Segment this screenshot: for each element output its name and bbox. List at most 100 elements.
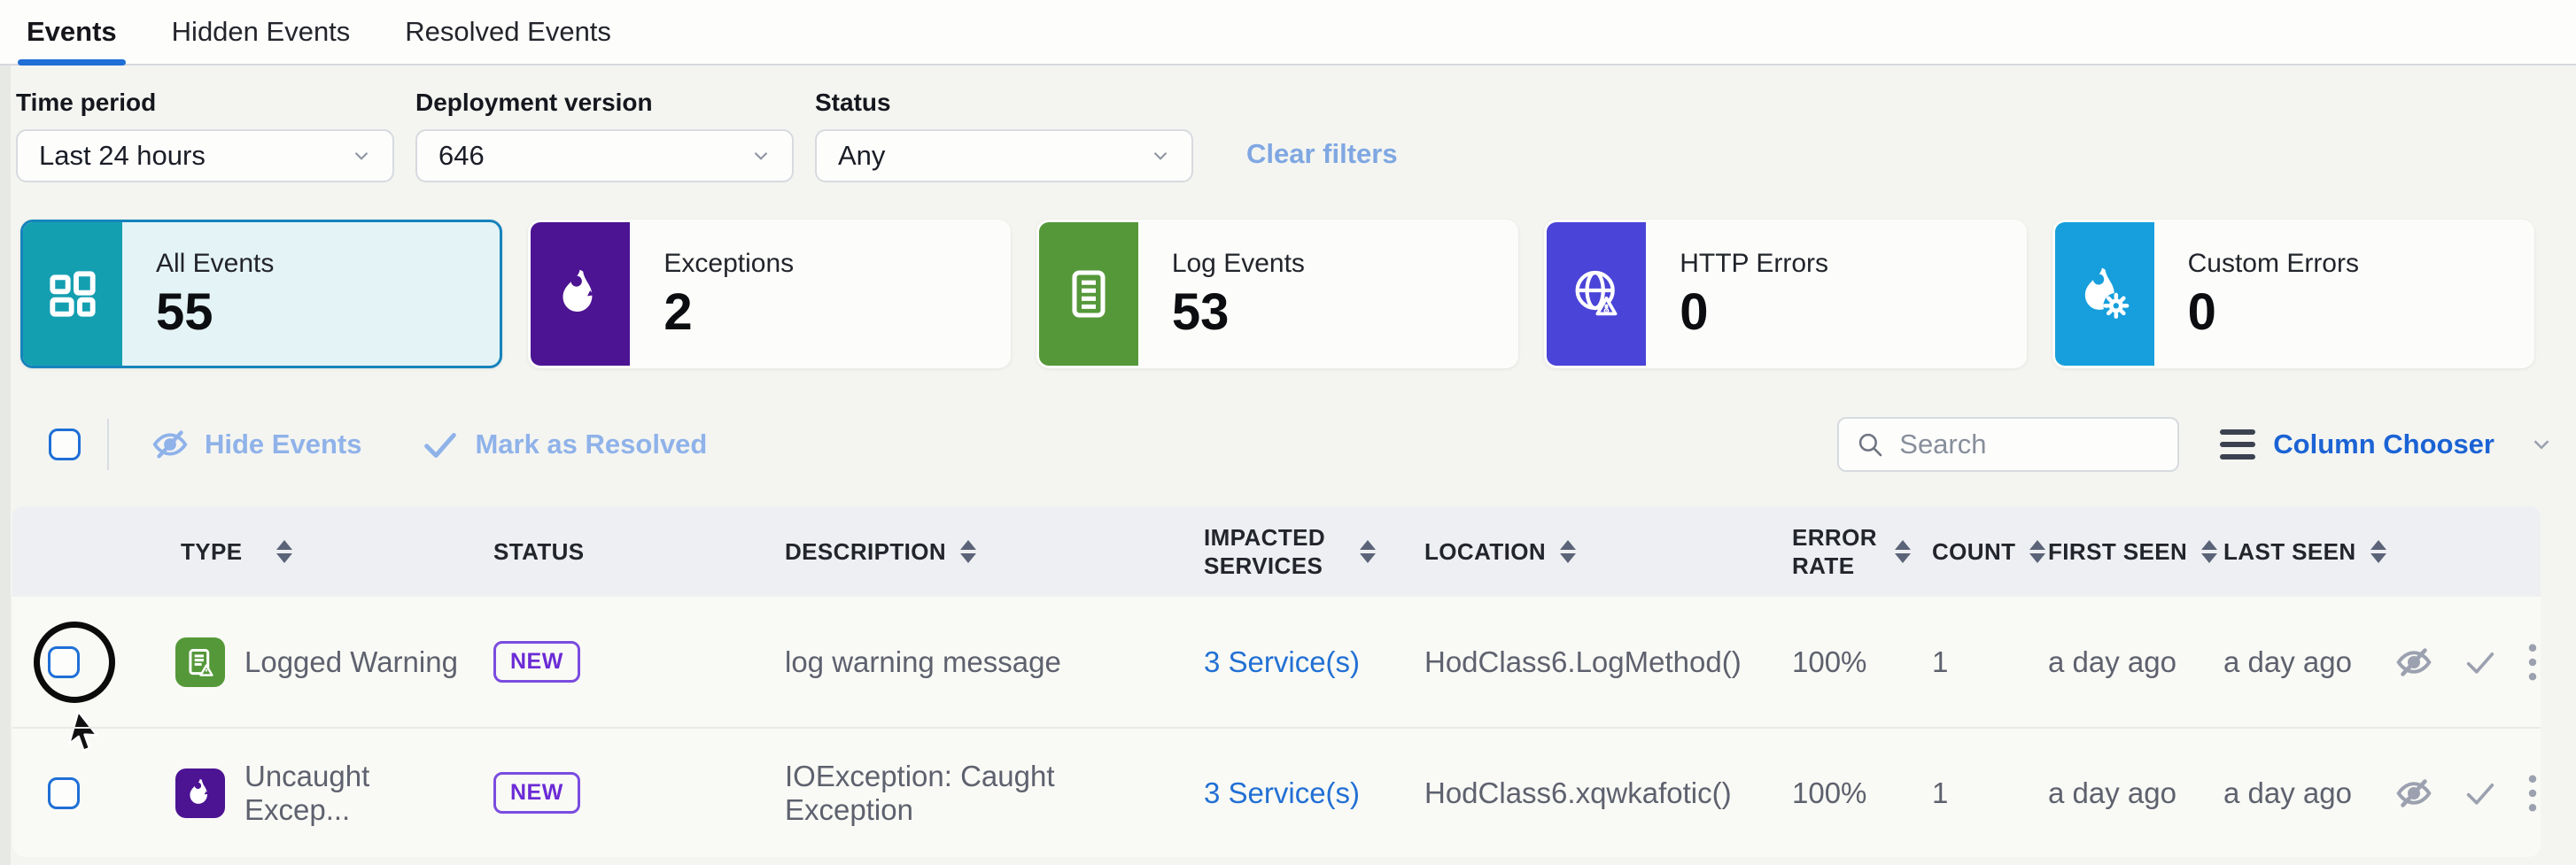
- event-first-seen: a day ago: [2031, 645, 2200, 679]
- column-header-location[interactable]: LOCATION: [1411, 537, 1783, 567]
- status-badge: NEW: [493, 641, 580, 683]
- event-count: 1: [1920, 776, 2031, 810]
- log-document-icon: [1039, 222, 1138, 366]
- deployment-version-label: Deployment version: [415, 89, 794, 117]
- table-header-row: TYPE STATUS DESCRIPTION IMPACTED SERVICE…: [12, 506, 2541, 597]
- globe-warning-icon: [1547, 222, 1646, 366]
- row-checkbox[interactable]: [48, 646, 80, 678]
- hide-event-icon[interactable]: [2394, 642, 2434, 683]
- sort-icon: [1560, 540, 1576, 563]
- card-exceptions[interactable]: Exceptions 2: [528, 220, 1010, 368]
- card-label: All Events: [156, 249, 274, 279]
- events-table: TYPE STATUS DESCRIPTION IMPACTED SERVICE…: [12, 506, 2541, 857]
- row-menu-icon[interactable]: [2526, 643, 2539, 682]
- impacted-services-link[interactable]: 3 Service(s): [1204, 776, 1360, 810]
- status-filter: Status Any: [815, 89, 1193, 182]
- hamburger-icon: [2220, 429, 2255, 460]
- search-box: [1837, 417, 2179, 472]
- deployment-version-select[interactable]: 646: [415, 129, 794, 182]
- status-label: Status: [815, 89, 1193, 117]
- sort-icon: [2370, 540, 2386, 563]
- hide-events-label: Hide Events: [205, 429, 361, 460]
- event-description: log warning message: [769, 645, 1176, 679]
- time-period-value: Last 24 hours: [39, 140, 206, 172]
- active-tab-underline: [18, 59, 126, 66]
- table-body: Logged Warning NEW log warning message 3…: [12, 597, 2541, 857]
- card-count: 0: [1680, 282, 1828, 342]
- column-header-description[interactable]: DESCRIPTION: [769, 537, 1176, 567]
- card-custom-errors[interactable]: Custom Errors 0: [2052, 220, 2534, 368]
- row-menu-icon[interactable]: [2526, 774, 2539, 813]
- tab-bar: Events Hidden Events Resolved Events: [0, 0, 2576, 66]
- time-period-select[interactable]: Last 24 hours: [16, 129, 394, 182]
- event-last-seen: a day ago: [2200, 645, 2363, 679]
- column-header-error-rate[interactable]: ERROR RATE: [1783, 523, 1920, 581]
- sort-icon: [1895, 540, 1911, 563]
- flame-icon: [531, 222, 630, 366]
- mark-as-resolved-label: Mark as Resolved: [475, 429, 707, 460]
- resolve-event-icon[interactable]: [2463, 776, 2498, 811]
- event-error-rate: 100%: [1783, 645, 1920, 679]
- flame-gear-icon: [2055, 222, 2154, 366]
- status-select[interactable]: Any: [815, 129, 1193, 182]
- time-period-filter: Time period Last 24 hours: [16, 89, 394, 182]
- tab-events-label: Events: [27, 16, 117, 48]
- column-header-type[interactable]: TYPE: [140, 537, 477, 567]
- events-dashboard: Events Hidden Events Resolved Events Tim…: [0, 0, 2576, 865]
- chevron-down-icon: [1149, 144, 1172, 167]
- toolbar-divider: [107, 419, 109, 470]
- sort-icon: [960, 540, 976, 563]
- event-type-label: Uncaught Excep...: [244, 760, 477, 827]
- tab-resolved-events-label: Resolved Events: [405, 16, 611, 48]
- card-label: Log Events: [1172, 249, 1305, 279]
- tab-hidden-events-label: Hidden Events: [172, 16, 351, 48]
- column-header-impacted-services[interactable]: IMPACTED SERVICES: [1176, 523, 1411, 581]
- status-badge: NEW: [493, 772, 580, 814]
- event-location: HodClass6.LogMethod(): [1411, 645, 1783, 679]
- card-label: HTTP Errors: [1680, 249, 1828, 279]
- select-all-checkbox[interactable]: [49, 429, 81, 460]
- chevron-down-icon: [350, 144, 373, 167]
- hide-event-icon[interactable]: [2394, 773, 2434, 814]
- hide-events-button[interactable]: Hide Events: [150, 424, 361, 465]
- search-input[interactable]: [1899, 429, 2163, 460]
- column-chooser-button[interactable]: Column Chooser: [2220, 429, 2555, 460]
- tab-events[interactable]: Events: [27, 0, 117, 64]
- event-last-seen: a day ago: [2200, 776, 2363, 810]
- table-row: Logged Warning NEW log warning message 3…: [12, 597, 2541, 727]
- main-content: Time period Last 24 hours Deployment ver…: [0, 89, 2576, 857]
- column-chooser-label: Column Chooser: [2273, 429, 2495, 460]
- sort-icon: [276, 540, 292, 563]
- tab-hidden-events[interactable]: Hidden Events: [172, 0, 351, 64]
- deployment-version-value: 646: [438, 140, 485, 172]
- card-log-events[interactable]: Log Events 53: [1036, 220, 1518, 368]
- column-header-last-seen[interactable]: LAST SEEN: [2200, 537, 2363, 567]
- row-checkbox[interactable]: [48, 777, 80, 809]
- deployment-version-filter: Deployment version 646: [415, 89, 794, 182]
- table-toolbar: Hide Events Mark as Resolved Column Choo…: [16, 409, 2555, 480]
- event-description: IOException: Caught Exception: [769, 760, 1176, 827]
- table-row: Uncaught Excep... NEW IOException: Caugh…: [12, 727, 2541, 857]
- column-header-first-seen[interactable]: FIRST SEEN: [2031, 537, 2200, 567]
- column-header-count[interactable]: COUNT: [1920, 537, 2031, 567]
- card-count: 0: [2188, 282, 2359, 342]
- card-count: 55: [156, 282, 274, 342]
- impacted-services-link[interactable]: 3 Service(s): [1204, 645, 1360, 679]
- clear-filters-link[interactable]: Clear filters: [1246, 138, 1398, 170]
- stat-cards: All Events 55 Exceptions 2: [20, 220, 2534, 368]
- event-location: HodClass6.xqwkafotic(): [1411, 776, 1783, 810]
- log-warning-icon: [175, 637, 225, 687]
- card-count: 53: [1172, 282, 1305, 342]
- event-type-label: Logged Warning: [244, 645, 458, 679]
- card-http-errors[interactable]: HTTP Errors 0: [1544, 220, 2026, 368]
- filters-bar: Time period Last 24 hours Deployment ver…: [16, 89, 2555, 182]
- resolve-event-icon[interactable]: [2463, 645, 2498, 680]
- card-all-events[interactable]: All Events 55: [20, 220, 502, 368]
- event-error-rate: 100%: [1783, 776, 1920, 810]
- column-header-status: STATUS: [477, 537, 769, 567]
- mark-as-resolved-button[interactable]: Mark as Resolved: [420, 424, 707, 465]
- event-count: 1: [1920, 645, 2031, 679]
- grid-icon: [23, 222, 122, 366]
- card-label: Custom Errors: [2188, 249, 2359, 279]
- tab-resolved-events[interactable]: Resolved Events: [405, 0, 611, 64]
